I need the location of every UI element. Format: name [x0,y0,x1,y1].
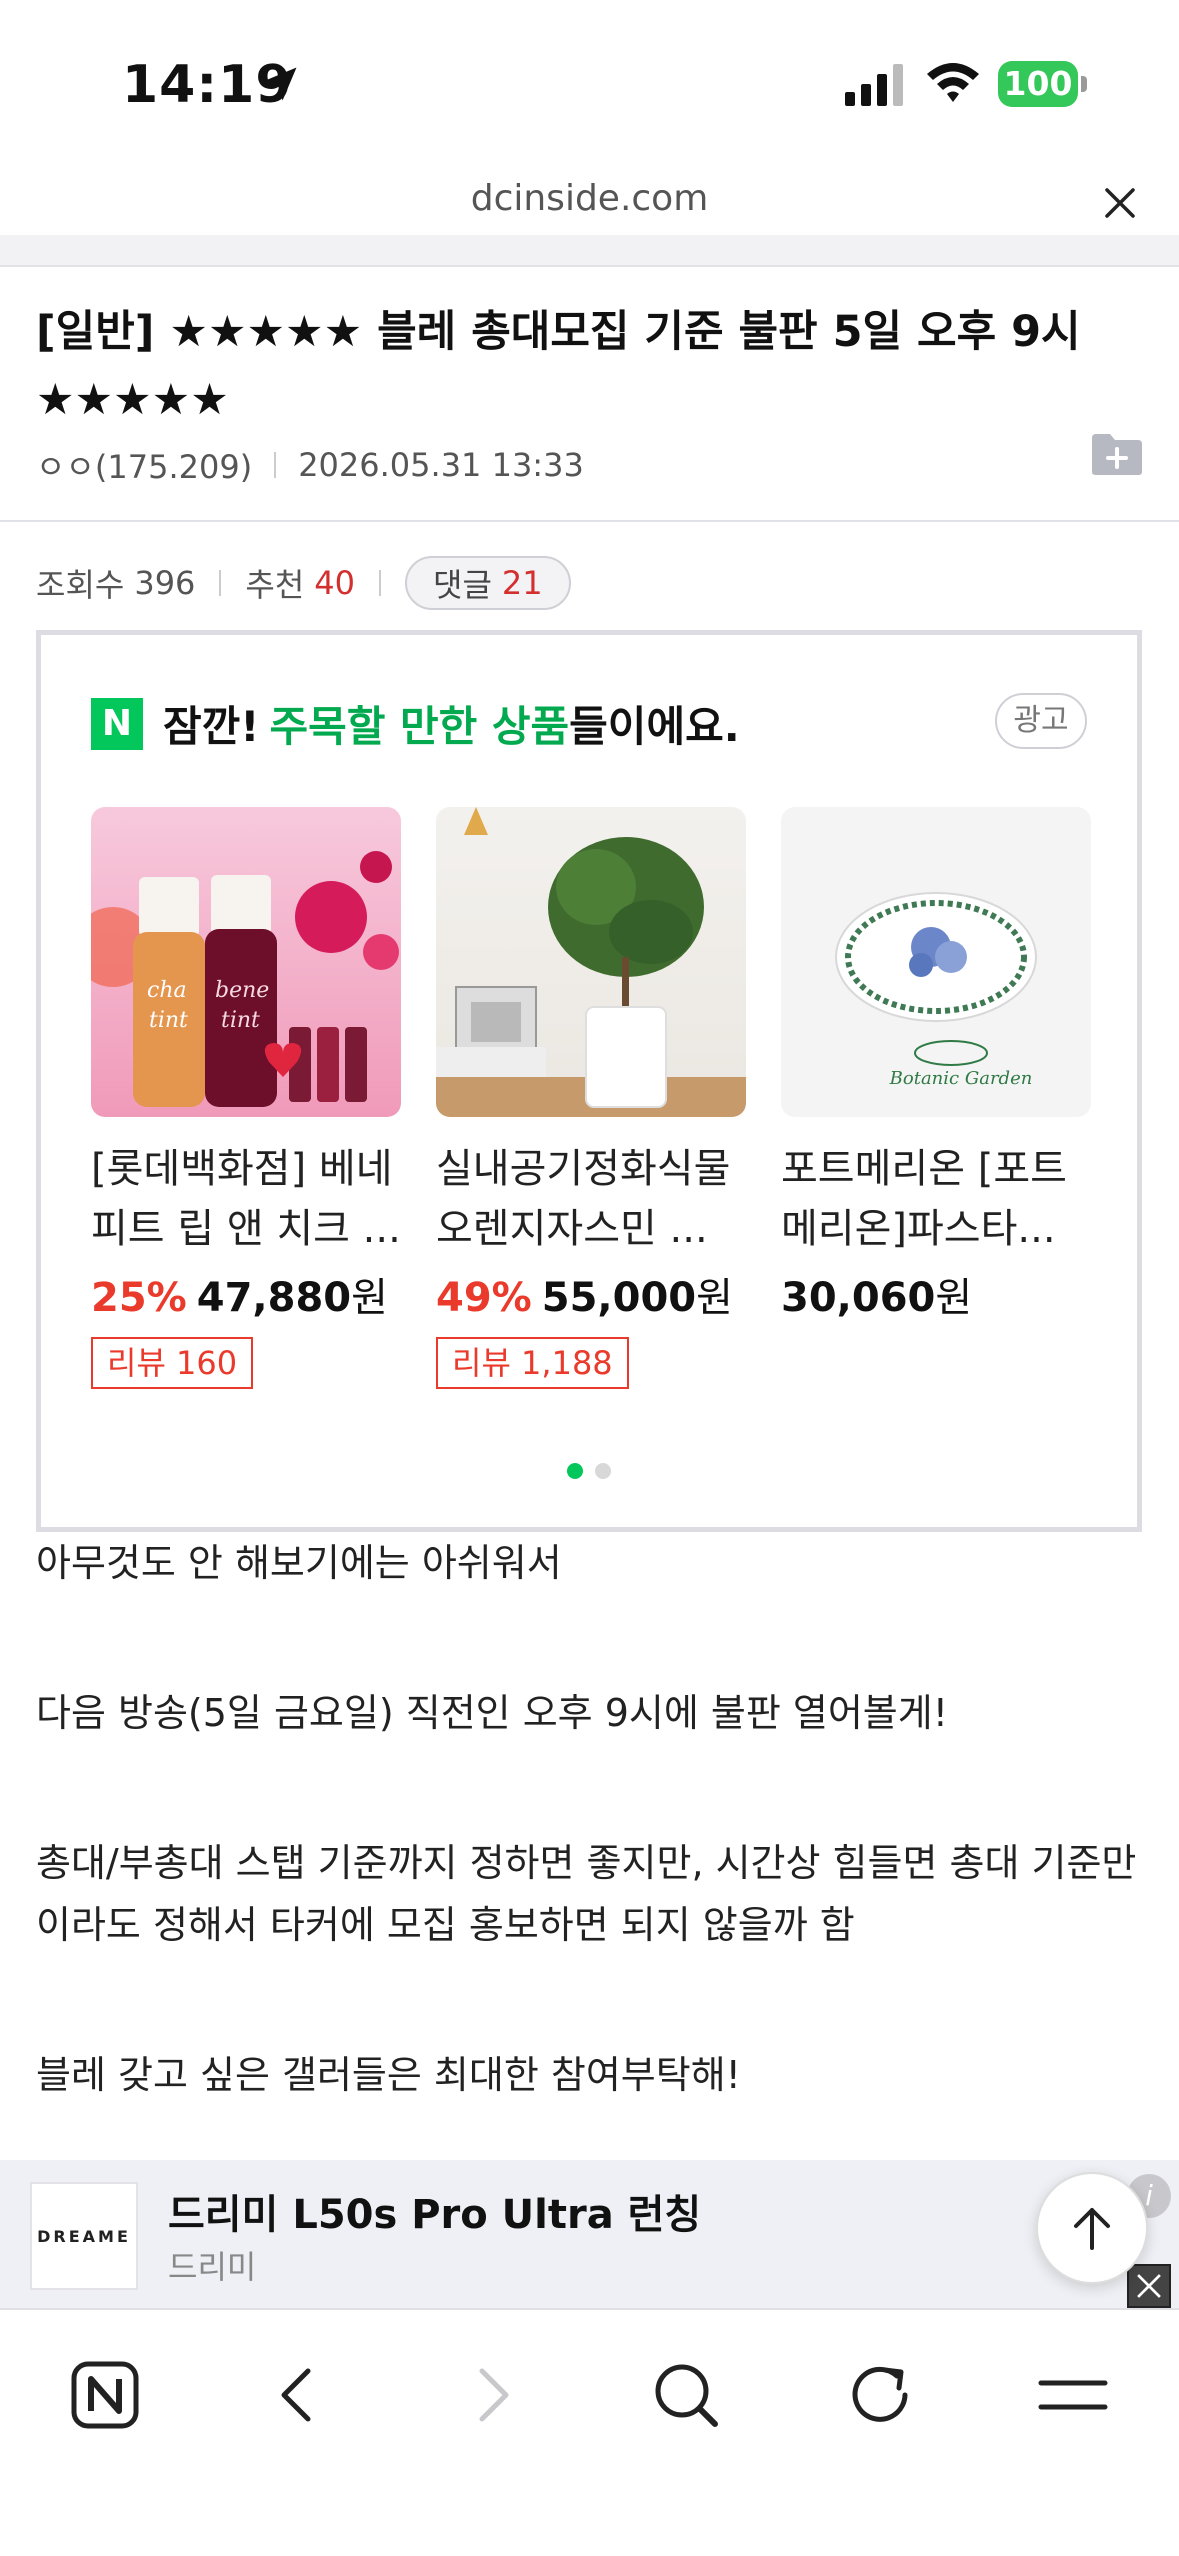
post-meta: ㅇㅇ(175.209) 2026.05.31 13:33 [36,442,584,488]
ad-close-icon[interactable] [1127,2264,1171,2308]
views-label: 조회수 [36,566,125,604]
svg-text:bene: bene [215,978,269,1003]
bottom-ad-title[interactable]: 드리미 L50s Pro Ultra 런칭 [168,2182,701,2240]
carousel-dot-active[interactable] [567,1463,583,1479]
reload-icon [852,2366,908,2422]
ad-heading-prefix: 잠깐! [163,702,260,751]
product-price-value: 55,000 [541,1275,697,1321]
product-card[interactable]: 실내공기정화식물 오렌지자스민 ... 49% 55,000원 리뷰 1,188 [436,807,746,1389]
svg-text:tint: tint [221,1008,260,1033]
product-review-badge: 리뷰 160 [91,1337,254,1389]
post-stats: 조회수 396 추천 40 댓글 21 [36,556,571,610]
post-author[interactable]: ㅇㅇ(175.209) [36,442,252,488]
svg-text:Botanic Garden: Botanic Garden [889,1068,1033,1089]
browser-toolbar [0,2308,1179,2556]
wifi-icon [927,63,979,102]
body-paragraph: 블레 갖고 싶은 갤러들은 최대한 참여부탁해! [36,2053,741,2097]
plant-image [436,807,746,1117]
product-name[interactable]: 실내공기정화식물 오렌지자스민 ... [436,1139,746,1259]
scroll-to-top-button[interactable] [1036,2172,1148,2284]
plate-image: Botanic Garden [835,892,1037,1089]
post-datetime: 2026.05.31 13:33 [298,446,584,484]
product-card[interactable]: Botanic Garden 포트메리온 [포트메리온]파스타... 30,06… [781,807,1091,1389]
product-image-plate[interactable]: Botanic Garden [781,807,1091,1117]
svg-text:cha: cha [147,978,187,1003]
post-body: 아무것도 안 해보기에는 아쉬워서 다음 방송(5일 금요일) 직전인 오후 9… [36,1532,1146,2194]
product-image-plant[interactable] [436,807,746,1117]
product-carousel[interactable]: cha tint bene tint [롯데백화점] 베네피트 립 앤 치크 .… [91,807,1111,1389]
naver-home-button[interactable] [60,2350,150,2440]
cellular-signal-icon [845,64,903,106]
naver-n-icon [71,2361,139,2429]
back-button[interactable] [253,2350,343,2440]
body-paragraph: 총대/부총대 스탭 기준까지 정하면 좋지만, 시간상 힘들면 총대 기준만이라… [36,1841,1137,1947]
product-name[interactable]: 포트메리온 [포트메리온]파스타... [781,1139,1091,1259]
bottom-ad-banner[interactable]: DREAME 드리미 L50s Pro Ultra 런칭 드리미 i [0,2160,1179,2308]
svg-text:tint: tint [149,1008,188,1033]
ad-badge[interactable]: 광고 [995,693,1087,749]
title-divider [0,520,1179,522]
close-icon[interactable] [1101,184,1139,222]
ad-heading-highlight: 주목할 만한 상품 [269,702,570,751]
search-button[interactable] [641,2350,731,2440]
bottom-ad-subtitle: 드리미 [168,2248,257,2286]
arrow-up-icon [1074,2208,1110,2250]
product-name[interactable]: [롯데백화점] 베네피트 립 앤 치크 ... [91,1139,401,1259]
battery-icon: 100 [998,61,1088,107]
reload-button[interactable] [835,2350,925,2440]
views-count: 396 [134,564,196,602]
back-icon [281,2368,311,2422]
product-ad-box: N 잠깐! 주목할 만한 상품 들이에요. 광고 cha tint bene t… [36,630,1142,1532]
comments-label: 댓글 [433,566,492,604]
recommend-count: 40 [314,564,356,602]
menu-button[interactable] [1028,2350,1118,2440]
product-discount: 25% [91,1275,187,1321]
status-bar: 14:19 100 [0,0,1179,170]
battery-level: 100 [998,61,1078,107]
recommend-label: 추천 [245,566,305,604]
product-currency: 원 [351,1275,388,1321]
product-price-value: 30,060 [781,1275,936,1321]
product-currency: 원 [935,1275,973,1321]
product-discount: 49% [436,1275,532,1321]
cosmetics-image: cha tint bene tint [91,851,399,1107]
naver-n-icon: N [91,697,143,750]
carousel-dot[interactable] [595,1463,611,1479]
forward-icon [479,2368,509,2422]
advertiser-logo[interactable]: DREAME [30,2182,138,2290]
menu-icon [1038,2380,1108,2410]
ad-heading-suffix: 들이에요. [569,702,740,751]
comments-button[interactable]: 댓글 21 [405,556,571,610]
url-text[interactable]: dcinside.com [0,178,1179,219]
product-price: 25% 47,880원 [91,1265,401,1323]
url-bar[interactable]: dcinside.com [0,170,1179,232]
product-price: 49% 55,000원 [436,1265,746,1323]
product-image-cosmetics[interactable]: cha tint bene tint [91,807,401,1117]
carousel-pagination[interactable] [41,1463,1137,1479]
product-card[interactable]: cha tint bene tint [롯데백화점] 베네피트 립 앤 치크 .… [91,807,401,1389]
ad-heading: N 잠깐! 주목할 만한 상품 들이에요. [91,693,740,754]
post-title: [일반] ★★★★★ 블레 총대모집 기준 불판 5일 오후 9시 ★★★★★ [36,307,1081,425]
body-paragraph: 아무것도 안 해보기에는 아쉬워서 [36,1541,562,1585]
product-review-badge: 리뷰 1,188 [436,1337,629,1389]
folder-add-icon[interactable] [1090,432,1144,476]
search-icon [655,2364,718,2427]
header-divider [0,235,1179,267]
location-arrow-icon [263,67,297,101]
product-price: 30,060원 [781,1265,1091,1323]
forward-button[interactable] [447,2350,537,2440]
product-price-value: 47,880 [196,1275,352,1321]
body-paragraph: 다음 방송(5일 금요일) 직전인 오후 9시에 불판 열어볼게! [36,1691,948,1735]
comments-count: 21 [501,564,543,602]
product-currency: 원 [696,1275,733,1321]
